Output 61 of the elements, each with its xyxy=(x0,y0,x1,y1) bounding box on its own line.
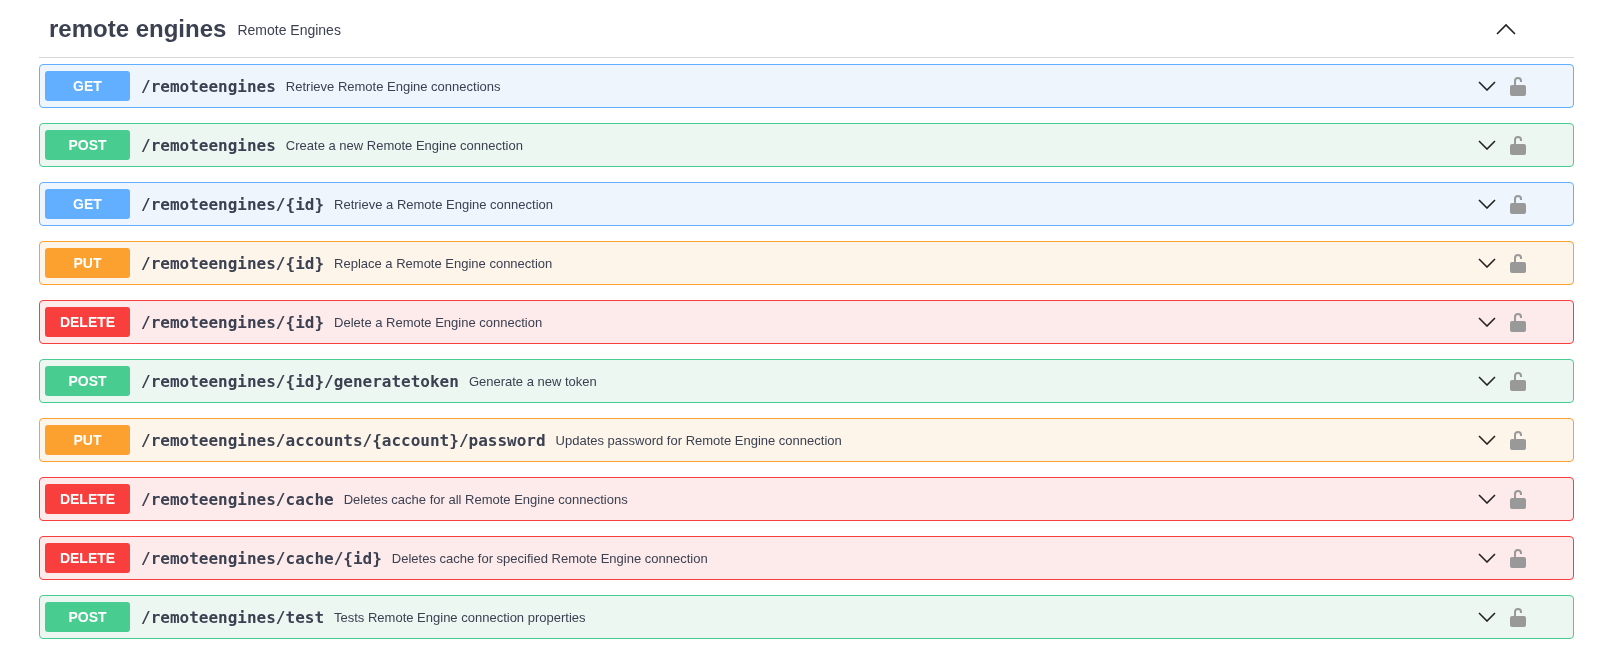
chevron-down-icon[interactable] xyxy=(1478,553,1496,563)
section-description: Remote Engines xyxy=(237,22,341,38)
endpoint-summary: Generate a new token xyxy=(468,373,597,389)
chevron-down-icon[interactable] xyxy=(1478,376,1496,386)
method-badge: DELETE xyxy=(45,484,130,514)
chevron-down-icon[interactable] xyxy=(1478,199,1496,209)
endpoint-summary: Retrieve Remote Engine connections xyxy=(285,78,501,94)
method-badge: DELETE xyxy=(45,543,130,573)
operation-row[interactable]: PUT /remoteengines/{id} Replace a Remote Engine connection xyxy=(39,241,1574,285)
method-badge: POST xyxy=(45,602,130,632)
endpoint-summary: Deletes cache for all Remote Engine connections xyxy=(343,491,628,507)
chevron-down-icon[interactable] xyxy=(1478,81,1496,91)
chevron-down-icon[interactable] xyxy=(1478,494,1496,504)
endpoint-summary: Updates password for Remote Engine connection xyxy=(555,432,842,448)
operation-row[interactable]: POST /remoteengines/{id}/generatetoken Generate a new token xyxy=(39,359,1574,403)
operation-row[interactable]: DELETE /remoteengines/cache/{id} Deletes cache for specified Remote Engine connection xyxy=(39,536,1574,580)
chevron-down-icon[interactable] xyxy=(1478,612,1496,622)
method-badge: PUT xyxy=(45,425,130,455)
endpoint-summary: Deletes cache for specified Remote Engine connection xyxy=(391,550,708,566)
endpoint-summary: Replace a Remote Engine connection xyxy=(334,255,553,271)
chevron-down-icon[interactable] xyxy=(1478,317,1496,327)
operation-row[interactable]: GET /remoteengines/{id} Retrieve a Remote Engine connection xyxy=(39,182,1574,226)
endpoint-path: /remoteengines/accounts/{account}/password xyxy=(141,430,546,450)
method-badge: POST xyxy=(45,130,130,160)
padlock-icon[interactable] xyxy=(1510,607,1526,627)
operation-row[interactable]: POST /remoteengines/test Tests Remote Engine connection properties xyxy=(39,595,1574,639)
endpoint-path: /remoteengines xyxy=(141,135,276,155)
endpoint-summary: Delete a Remote Engine connection xyxy=(334,314,543,330)
chevron-down-icon[interactable] xyxy=(1478,435,1496,445)
method-badge: POST xyxy=(45,366,130,396)
section-header[interactable]: remote engines Remote Engines xyxy=(39,0,1574,58)
section-title: remote engines xyxy=(49,14,227,43)
operation-row[interactable]: POST /remoteengines Create a new Remote Engine connection xyxy=(39,123,1574,167)
endpoint-path: /remoteengines/{id}/generatetoken xyxy=(141,371,459,391)
operation-row[interactable]: DELETE /remoteengines/{id} Delete a Remote Engine connection xyxy=(39,300,1574,344)
method-badge: GET xyxy=(45,71,130,101)
padlock-icon[interactable] xyxy=(1510,194,1526,214)
method-badge: PUT xyxy=(45,248,130,278)
chevron-up-icon[interactable] xyxy=(1496,22,1516,35)
chevron-down-icon[interactable] xyxy=(1478,140,1496,150)
endpoint-path: /remoteengines/cache xyxy=(141,489,334,509)
padlock-icon[interactable] xyxy=(1510,430,1526,450)
method-badge: DELETE xyxy=(45,307,130,337)
endpoint-path: /remoteengines/{id} xyxy=(141,312,325,332)
operation-row[interactable]: DELETE /remoteengines/cache Deletes cache for all Remote Engine connections xyxy=(39,477,1574,521)
endpoint-path: /remoteengines/{id} xyxy=(141,194,325,214)
operation-row[interactable]: PUT /remoteengines/accounts/{account}/password Updates password for Remote Engine connection xyxy=(39,418,1574,462)
chevron-down-icon[interactable] xyxy=(1478,258,1496,268)
endpoint-path: /remoteengines/cache/{id} xyxy=(141,548,382,568)
padlock-icon[interactable] xyxy=(1510,76,1526,96)
method-badge: GET xyxy=(45,189,130,219)
padlock-icon[interactable] xyxy=(1510,253,1526,273)
endpoint-path: /remoteengines/{id} xyxy=(141,253,325,273)
padlock-icon[interactable] xyxy=(1510,371,1526,391)
endpoint-path: /remoteengines xyxy=(141,76,276,96)
endpoint-summary: Create a new Remote Engine connection xyxy=(285,137,523,153)
endpoint-summary: Retrieve a Remote Engine connection xyxy=(334,196,553,212)
padlock-icon[interactable] xyxy=(1510,135,1526,155)
endpoint-summary: Tests Remote Engine connection properties xyxy=(334,609,586,625)
endpoint-path: /remoteengines/test xyxy=(141,607,325,627)
operation-row[interactable]: GET /remoteengines Retrieve Remote Engine connections xyxy=(39,64,1574,108)
